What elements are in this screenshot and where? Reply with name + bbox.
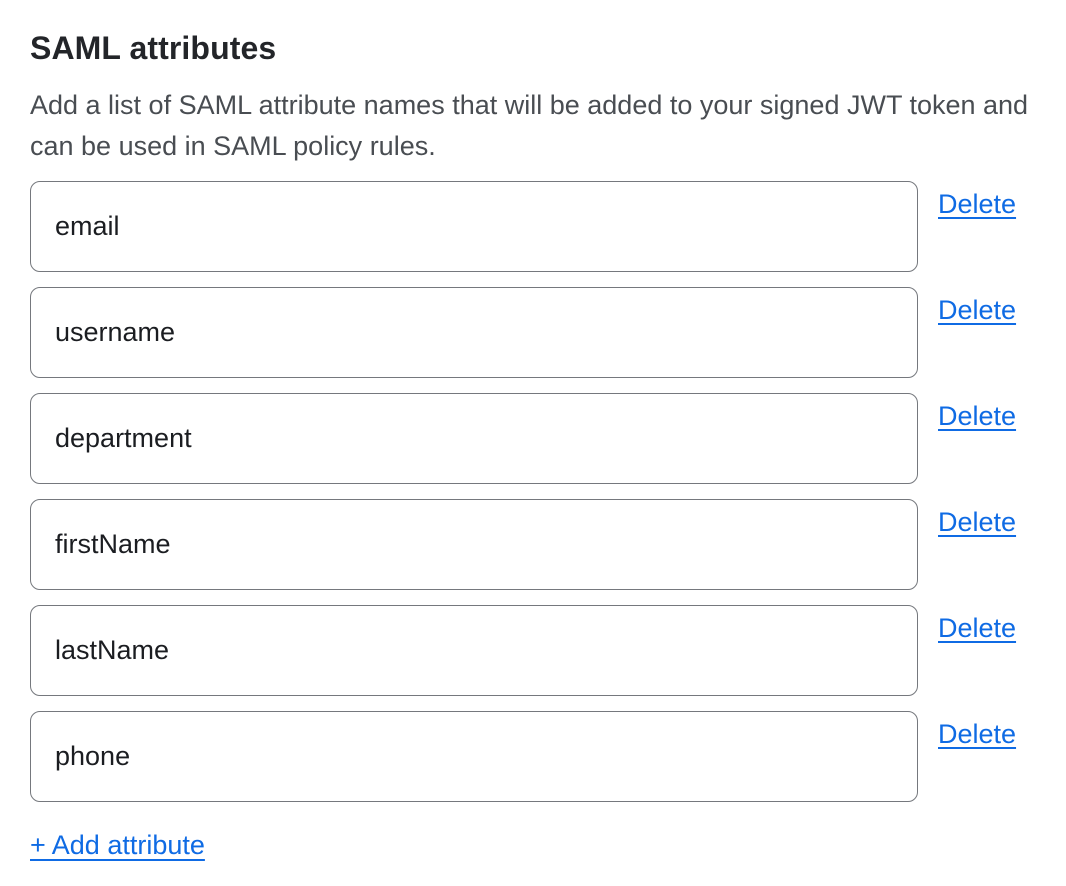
section-title: SAML attributes [30, 30, 1036, 67]
attribute-name-input[interactable] [30, 605, 918, 696]
attribute-name-input[interactable] [30, 711, 918, 802]
attribute-list: Delete Delete Delete Delete Delete Delet… [30, 181, 1036, 802]
attribute-name-input[interactable] [30, 181, 918, 272]
attribute-row: Delete [30, 287, 1036, 378]
delete-attribute-link[interactable]: Delete [938, 507, 1016, 538]
attribute-name-input[interactable] [30, 499, 918, 590]
attribute-row: Delete [30, 605, 1036, 696]
attribute-row: Delete [30, 711, 1036, 802]
saml-attributes-section: SAML attributes Add a list of SAML attri… [0, 0, 1066, 861]
attribute-row: Delete [30, 181, 1036, 272]
attribute-name-input[interactable] [30, 287, 918, 378]
delete-attribute-link[interactable]: Delete [938, 295, 1016, 326]
delete-attribute-link[interactable]: Delete [938, 401, 1016, 432]
attribute-row: Delete [30, 393, 1036, 484]
section-description: Add a list of SAML attribute names that … [30, 85, 1030, 167]
delete-attribute-link[interactable]: Delete [938, 719, 1016, 750]
delete-attribute-link[interactable]: Delete [938, 189, 1016, 220]
delete-attribute-link[interactable]: Delete [938, 613, 1016, 644]
attribute-name-input[interactable] [30, 393, 918, 484]
attribute-row: Delete [30, 499, 1036, 590]
add-attribute-link[interactable]: + Add attribute [30, 830, 205, 861]
